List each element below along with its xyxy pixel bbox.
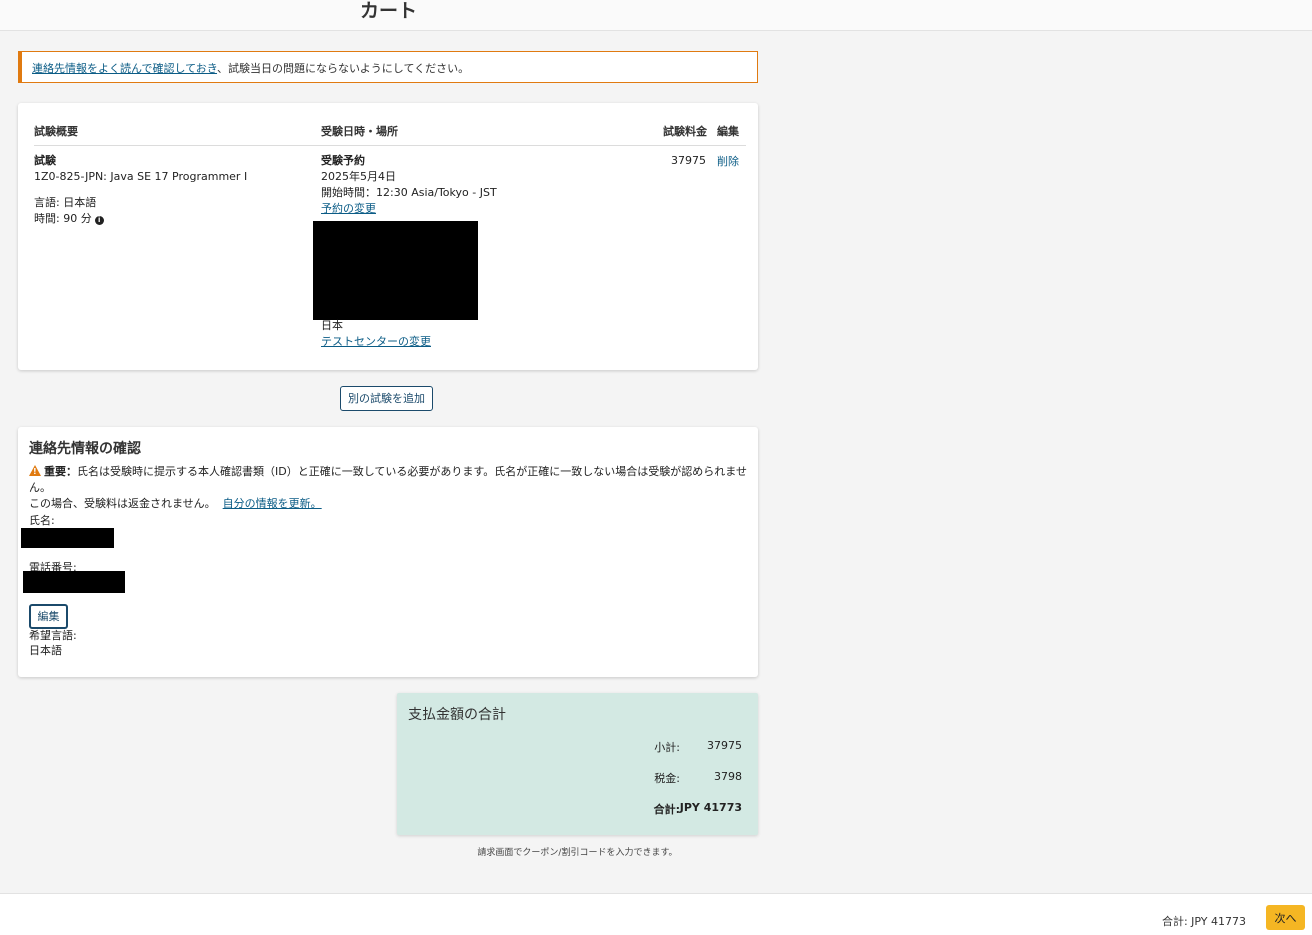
redacted-phone	[23, 571, 125, 593]
edit-contact-button[interactable]: 編集	[29, 604, 68, 629]
total-label: 合計:	[653, 803, 680, 816]
coupon-note: 請求画面でクーポン/割引コードを入力できます。	[477, 848, 678, 858]
header-edit: 編集	[717, 125, 739, 138]
test-center-country: 日本	[321, 319, 343, 332]
exam-label: 試験	[34, 154, 56, 167]
tax-label: 税金:	[654, 772, 680, 785]
warning-icon: !	[29, 465, 41, 476]
footer-bar: 合計: JPY 41773	[0, 893, 1312, 935]
contact-warning: ! 重要：氏名は受験時に提示する本人確認書類（ID）と正確に一致している必要があり…	[29, 464, 749, 512]
redacted-test-center-address	[313, 221, 478, 320]
warning-text-2: この場合、受験料は返金されません。	[29, 497, 216, 510]
reservation-cell: 受験予約 2025年5月4日 開始時間：12:30 Asia/Tokyo - J…	[321, 153, 497, 217]
language-value: 日本語	[29, 644, 62, 657]
footer-total: 合計: JPY 41773	[1161, 915, 1246, 928]
contact-info-alert: 連絡先情報をよく読んで確認しておき、試験当日の問題にならないようにしてください。	[18, 51, 758, 83]
reservation-label: 受験予約	[321, 154, 365, 167]
page-header: カート	[0, 0, 1312, 31]
subtotal-label: 小計:	[654, 741, 680, 754]
alert-text: 、試験当日の問題にならないようにしてください。	[217, 62, 470, 75]
exam-summary-cell: 試験 1Z0-825-JPN: Java SE 17 Programmer I …	[34, 153, 247, 227]
reservation-date: 2025年5月4日	[321, 170, 396, 183]
exam-name: 1Z0-825-JPN: Java SE 17 Programmer I	[34, 170, 248, 183]
exam-cart-card: 試験概要 受験日時・場所 試験料金 編集 試験 1Z0-825-JPN: Jav…	[18, 103, 758, 370]
delete-link[interactable]: 削除	[717, 155, 739, 168]
change-reservation-link[interactable]: 予約の変更	[321, 202, 376, 215]
change-test-center-link[interactable]: テストセンターの変更	[321, 335, 431, 348]
info-icon[interactable]: i	[94, 216, 104, 225]
exam-duration: 時間: 90 分	[34, 212, 92, 225]
header-fee: 試験料金	[663, 125, 707, 138]
tax-value: 3798	[714, 770, 742, 783]
redacted-name	[21, 528, 114, 548]
header-datetime-location: 受験日時・場所	[321, 125, 398, 138]
alert-contact-link[interactable]: 連絡先情報をよく読んで確認しておき	[32, 62, 217, 75]
warning-bold: 重要：	[44, 465, 77, 478]
update-info-link[interactable]: 自分の情報を更新。	[223, 497, 322, 510]
exam-duration-row: 時間: 90 分i	[34, 211, 247, 227]
total-value: JPY 41773	[679, 801, 742, 814]
name-label: 氏名:	[29, 514, 55, 527]
exam-language: 言語: 日本語	[34, 196, 97, 209]
summary-title: 支払金額の合計	[408, 707, 506, 723]
contact-info-card: 連絡先情報の確認 ! 重要：氏名は受験時に提示する本人確認書類（ID）と正確に一致…	[18, 427, 758, 677]
test-center-cell: 日本 テストセンターの変更	[321, 318, 431, 350]
reservation-start-time: 開始時間：12:30 Asia/Tokyo - JST	[321, 186, 497, 199]
header-exam-summary: 試験概要	[34, 125, 78, 138]
payment-summary: 支払金額の合計 小計: 37975 税金: 3798 合計: JPY 41773	[397, 693, 758, 835]
exam-fee: 37975	[671, 154, 706, 167]
language-label: 希望言語:	[29, 629, 77, 642]
contact-title: 連絡先情報の確認	[29, 441, 141, 457]
table-divider	[34, 145, 746, 146]
warning-text: 氏名は受験時に提示する本人確認書類（ID）と正確に一致している必要があります。氏…	[29, 465, 747, 494]
next-button[interactable]: 次へ	[1266, 905, 1305, 930]
add-another-exam-button[interactable]: 別の試験を追加	[340, 386, 433, 411]
page-title: カート	[360, 0, 418, 22]
subtotal-value: 37975	[707, 739, 742, 752]
